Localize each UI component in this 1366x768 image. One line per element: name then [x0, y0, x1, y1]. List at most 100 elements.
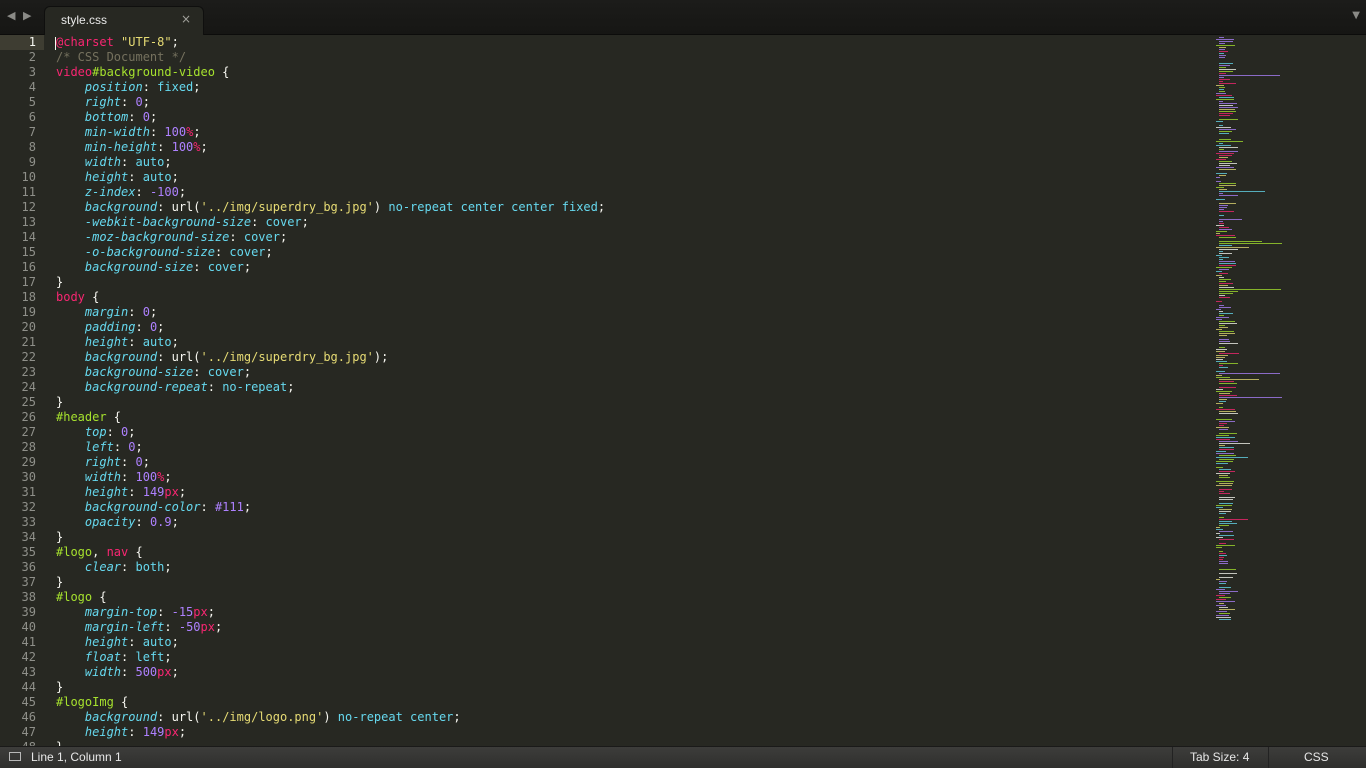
code-token: { — [128, 545, 143, 559]
minimap-line — [1219, 113, 1233, 114]
minimap-line — [1216, 547, 1222, 548]
code-token: : — [128, 110, 143, 124]
code-line[interactable]: } — [56, 680, 1196, 695]
minimap-line — [1219, 543, 1226, 544]
code-line[interactable]: background: url('../img/logo.png') no-re… — [56, 710, 1196, 725]
minimap-line — [1219, 489, 1232, 490]
back-arrow-icon[interactable]: ◀ — [7, 9, 15, 22]
minimap-line — [1219, 469, 1231, 470]
code-line[interactable]: z-index: -100; — [56, 185, 1196, 200]
minimap-line — [1219, 55, 1226, 56]
code-line[interactable]: height: auto; — [56, 635, 1196, 650]
code-line[interactable]: bottom: 0; — [56, 110, 1196, 125]
forward-arrow-icon[interactable]: ▶ — [23, 9, 31, 22]
code-line[interactable]: background: url('../img/superdry_bg.jpg'… — [56, 200, 1196, 215]
code-line[interactable]: @charset "UTF-8"; — [56, 35, 1196, 50]
minimap-line — [1216, 437, 1235, 438]
code-line[interactable]: background-repeat: no-repeat; — [56, 380, 1196, 395]
code-line[interactable]: height: 149px; — [56, 485, 1196, 500]
code-line[interactable]: background: url('../img/superdry_bg.jpg'… — [56, 350, 1196, 365]
minimap-line — [1219, 251, 1223, 252]
code-token: '../img/logo.png' — [200, 710, 324, 724]
code-line[interactable]: #logo { — [56, 590, 1196, 605]
code-line[interactable]: } — [56, 530, 1196, 545]
code-line[interactable]: top: 0; — [56, 425, 1196, 440]
tab-size-button[interactable]: Tab Size: 4 — [1190, 750, 1249, 764]
code-token: { — [84, 290, 100, 304]
minimap-line — [1216, 599, 1226, 600]
code-line[interactable]: margin-left: -50px; — [56, 620, 1196, 635]
code-line[interactable]: background-size: cover; — [56, 260, 1196, 275]
code-line[interactable]: #header { — [56, 410, 1196, 425]
code-line[interactable]: min-height: 100%; — [56, 140, 1196, 155]
code-line[interactable]: position: fixed; — [56, 80, 1196, 95]
code-line[interactable]: width: 100%; — [56, 470, 1196, 485]
code-token: right — [84, 455, 122, 469]
minimap-line — [1219, 591, 1238, 592]
code-token: : — [121, 455, 136, 469]
code-line[interactable]: body { — [56, 290, 1196, 305]
minimap[interactable] — [1214, 35, 1304, 625]
code-token: { — [92, 590, 107, 604]
code-line[interactable]: } — [56, 575, 1196, 590]
minimap-line — [1219, 67, 1226, 68]
code-token: ) — [323, 710, 331, 724]
code-token: bottom — [84, 110, 129, 124]
syntax-button[interactable]: CSS — [1304, 750, 1329, 764]
code-editor[interactable]: @charset "UTF-8";/* CSS Document */video… — [56, 35, 1196, 747]
code-line[interactable]: -webkit-background-size: cover; — [56, 215, 1196, 230]
code-line[interactable]: float: left; — [56, 650, 1196, 665]
code-line[interactable]: height: auto; — [56, 170, 1196, 185]
line-number: 12 — [21, 200, 36, 214]
code-line[interactable]: } — [56, 395, 1196, 410]
code-line[interactable]: #logoImg { — [56, 695, 1196, 710]
code-line[interactable]: height: auto; — [56, 335, 1196, 350]
code-line[interactable]: background-size: cover; — [56, 365, 1196, 380]
code-line[interactable]: clear: both; — [56, 560, 1196, 575]
code-line[interactable]: right: 0; — [56, 455, 1196, 470]
code-line[interactable]: #logo, nav { — [56, 545, 1196, 560]
code-line[interactable]: video#background-video { — [56, 65, 1196, 80]
code-line[interactable]: margin-top: -15px; — [56, 605, 1196, 620]
code-line[interactable]: width: 500px; — [56, 665, 1196, 680]
panel-toggle-icon[interactable] — [9, 752, 21, 761]
tab-menu-icon[interactable]: ▼ — [1352, 10, 1360, 21]
code-line[interactable]: -o-background-size: cover; — [56, 245, 1196, 260]
code-line[interactable]: min-width: 100%; — [56, 125, 1196, 140]
code-line[interactable]: right: 0; — [56, 95, 1196, 110]
close-icon[interactable]: × — [181, 12, 191, 26]
minimap-line — [1216, 159, 1226, 160]
code-token: position — [84, 80, 143, 94]
status-divider — [1172, 747, 1173, 768]
line-number: 40 — [21, 620, 36, 634]
code-line[interactable]: left: 0; — [56, 440, 1196, 455]
code-line[interactable]: margin: 0; — [56, 305, 1196, 320]
code-token: : — [106, 425, 122, 439]
code-token: : — [229, 230, 244, 244]
minimap-line — [1219, 295, 1225, 296]
minimap-line — [1216, 615, 1229, 616]
code-token: url( — [171, 200, 201, 214]
minimap-line — [1216, 375, 1222, 376]
code-token: : — [128, 335, 143, 349]
minimap-line — [1216, 371, 1225, 372]
minimap-line — [1216, 275, 1222, 276]
line-number: 6 — [28, 110, 36, 124]
minimap-line — [1219, 553, 1226, 554]
code-line[interactable]: background-color: #111; — [56, 500, 1196, 515]
line-number: 14 — [21, 230, 36, 244]
tab-style-css[interactable]: style.css × — [44, 6, 204, 35]
code-line[interactable]: } — [56, 275, 1196, 290]
code-line[interactable]: height: 149px; — [56, 725, 1196, 740]
code-line[interactable]: /* CSS Document */ — [56, 50, 1196, 65]
minimap-line — [1216, 351, 1225, 352]
code-line[interactable]: width: auto; — [56, 155, 1196, 170]
code-token: height — [84, 635, 129, 649]
code-token: : — [121, 665, 136, 679]
code-line[interactable]: -moz-background-size: cover; — [56, 230, 1196, 245]
code-line[interactable]: padding: 0; — [56, 320, 1196, 335]
code-line[interactable]: opacity: 0.9; — [56, 515, 1196, 530]
code-token: ; — [171, 35, 179, 49]
